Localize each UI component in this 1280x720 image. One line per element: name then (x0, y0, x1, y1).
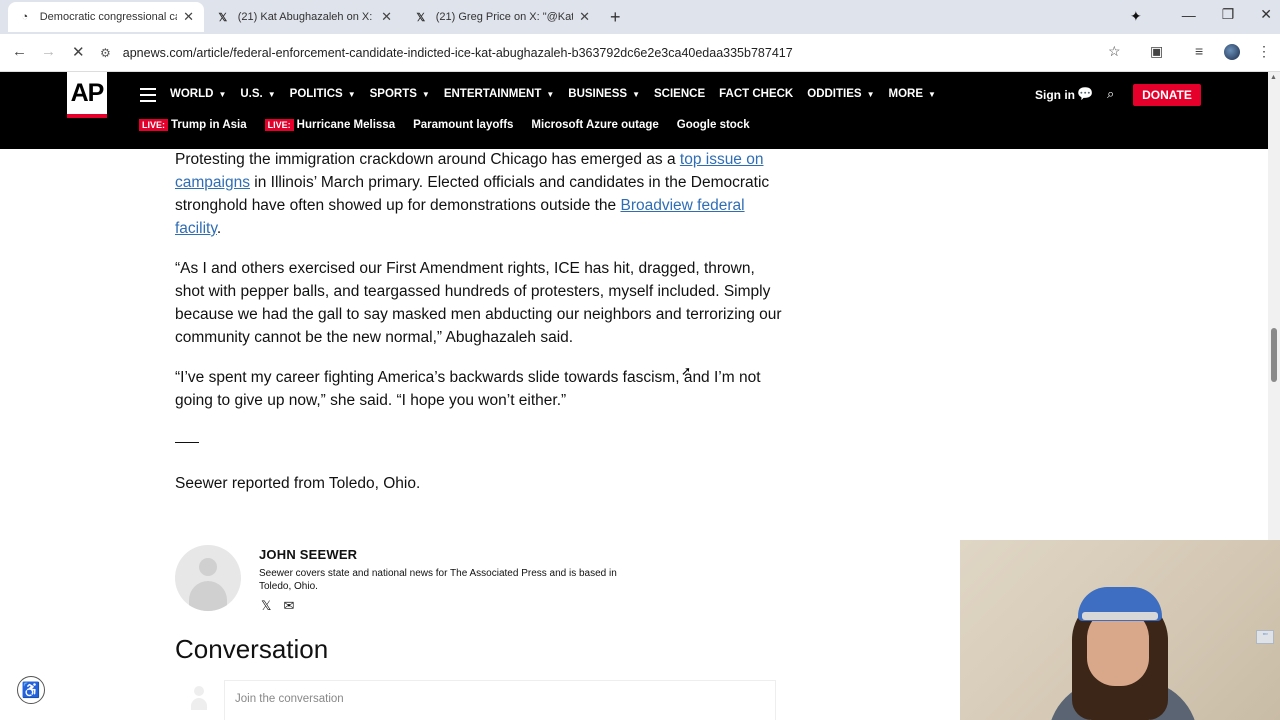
trending-link[interactable]: Google stock (677, 119, 750, 131)
gemini-sparkle-icon[interactable]: ✦ (1130, 8, 1142, 25)
donate-button[interactable]: DONATE (1133, 84, 1201, 106)
nav-item-business[interactable]: BUSINESS ▼ (568, 88, 640, 100)
minimize-icon[interactable]: — (1182, 7, 1196, 23)
close-window-icon[interactable]: ✕ (1260, 6, 1272, 23)
user-avatar-icon (190, 686, 208, 712)
nav-item-science[interactable]: SCIENCE (654, 88, 705, 100)
tab-close-icon[interactable]: ✕ (579, 9, 590, 25)
restore-icon[interactable]: ❐ (1222, 6, 1235, 23)
hamburger-menu-icon[interactable] (140, 88, 156, 106)
ap-logo[interactable]: AP (67, 72, 107, 118)
chevron-down-icon: ▼ (267, 89, 276, 99)
forward-arrow-icon[interactable]: → (41, 43, 56, 60)
conversation-input[interactable]: Join the conversation (224, 680, 776, 720)
browser-tab[interactable]: 𝕏 (21) Greg Price on X: "@KatAbu ✕ (404, 2, 600, 32)
stop-loading-icon[interactable]: ✕ (72, 43, 85, 61)
nav-item-u-s[interactable]: U.S. ▼ (240, 88, 275, 100)
browser-tab[interactable]: 𝕏 (21) Kat Abughazaleh on X: "I h ✕ (206, 2, 402, 32)
chevron-down-icon: ▼ (421, 89, 430, 99)
bookmark-star-icon[interactable]: ☆ (1108, 43, 1121, 60)
article-body: Protesting the immigration crackdown aro… (175, 148, 785, 512)
ap-favicon-icon: ◔ (21, 11, 29, 23)
back-arrow-icon[interactable]: ← (12, 43, 27, 60)
article-paragraph: “I’ve spent my career fighting America’s… (175, 369, 761, 409)
browser-toolbar: ← → ✕ ⚙ apnews.com/article/federal-enfor… (0, 34, 1280, 72)
nav-item-entertainment[interactable]: ENTERTAINMENT ▼ (444, 88, 554, 100)
window-controls: — ❐ ✕ (1182, 6, 1272, 23)
x-logo-icon[interactable]: 𝕏 (261, 598, 271, 614)
browser-tab-strip: ◔ Democratic congressional candidate ✕ 𝕏… (0, 0, 1280, 34)
url-text: apnews.com/article/federal-enforcement-c… (122, 46, 793, 60)
sign-in-link[interactable]: Sign in (1035, 88, 1075, 102)
scrollbar-thumb[interactable] (1271, 328, 1277, 382)
author-name[interactable]: JOHN SEEWER (259, 547, 357, 562)
article-paragraph: Protesting the immigration crackdown aro… (175, 151, 770, 237)
nav-item-sports[interactable]: SPORTS ▼ (370, 88, 430, 100)
live-badge: LIVE: (139, 119, 169, 131)
chevron-down-icon: ▼ (347, 89, 356, 99)
article-divider (175, 442, 199, 443)
nav-item-fact-check[interactable]: FACT CHECK (719, 88, 793, 100)
new-tab-icon[interactable]: + (610, 7, 621, 28)
tab-title: Democratic congressional candidate (39, 11, 177, 23)
conversation-placeholder: Join the conversation (235, 693, 344, 705)
wall-switch: ▫▫ (1256, 630, 1274, 644)
conversation-title: Conversation (175, 634, 329, 664)
accessibility-icon[interactable]: ♿ (17, 676, 45, 704)
author-card: JOHN SEEWER Seewer covers state and nati… (175, 545, 775, 615)
address-bar[interactable]: ⚙ apnews.com/article/federal-enforcement… (100, 39, 1140, 67)
tab-close-icon[interactable]: ✕ (183, 9, 194, 25)
media-control-icon[interactable]: ≡ (1195, 43, 1203, 59)
nav-item-politics[interactable]: POLITICS ▼ (290, 88, 356, 100)
tab-close-icon[interactable]: ✕ (381, 9, 392, 25)
dateline: Seewer reported from Toledo, Ohio. (175, 475, 421, 492)
main-nav: WORLD ▼ U.S. ▼ POLITICS ▼ SPORTS ▼ ENTERTAINMENT… (170, 88, 950, 100)
mouse-cursor-icon: ➚ (681, 364, 692, 378)
ap-site-header: AP WORLD ▼ U.S. ▼ POLITICS ▼ SPORTS ▼ ENTERTAINM… (0, 72, 1268, 149)
author-avatar (175, 545, 241, 611)
chevron-down-icon: ▼ (866, 89, 875, 99)
more-menu-icon[interactable]: ⋮ (1257, 43, 1271, 60)
trending-link[interactable]: Paramount layoffs (413, 119, 513, 131)
trending-link[interactable]: LIVE: Trump in Asia (139, 119, 247, 131)
tab-title: (21) Kat Abughazaleh on X: "I h (237, 11, 375, 23)
webcam-overlay: ▫▫ (960, 540, 1280, 720)
article-paragraph: “As I and others exercised our First Ame… (175, 260, 782, 346)
chevron-down-icon: ▼ (546, 89, 555, 99)
profile-avatar-icon[interactable] (1224, 44, 1240, 60)
chevron-down-icon: ▼ (632, 89, 640, 99)
trending-link[interactable]: LIVE: Hurricane Melissa (264, 119, 395, 131)
search-icon[interactable]: ⌕ (1107, 86, 1114, 102)
site-settings-icon[interactable]: ⚙ (100, 46, 111, 60)
x-logo-icon: 𝕏 (416, 11, 426, 24)
email-icon[interactable]: ✉ (283, 598, 294, 614)
trending-nav: LIVE: Trump in Asia LIVE: Hurricane Melissa… (139, 119, 768, 131)
tab-title: (21) Greg Price on X: "@KatAbu (435, 11, 573, 23)
trending-link[interactable]: Microsoft Azure outage (531, 119, 658, 131)
x-logo-icon: 𝕏 (218, 11, 228, 24)
lens-search-icon[interactable]: ▣ (1150, 43, 1163, 60)
author-bio: Seewer covers state and national news fo… (259, 568, 617, 592)
browser-tab-active[interactable]: ◔ Democratic congressional candidate ✕ (8, 2, 204, 32)
author-socials: 𝕏 ✉ (261, 598, 294, 614)
chevron-down-icon: ▼ (218, 89, 227, 99)
notifications-icon[interactable]: 💬 (1077, 86, 1093, 102)
chevron-down-icon: ▼ (927, 89, 936, 99)
nav-item-oddities[interactable]: ODDITIES ▼ (807, 88, 874, 100)
nav-item-world[interactable]: WORLD ▼ (170, 88, 226, 100)
live-badge: LIVE: (264, 119, 294, 131)
nav-item-more[interactable]: MORE ▼ (888, 88, 935, 100)
scroll-up-icon[interactable]: ▲ (1270, 74, 1277, 81)
